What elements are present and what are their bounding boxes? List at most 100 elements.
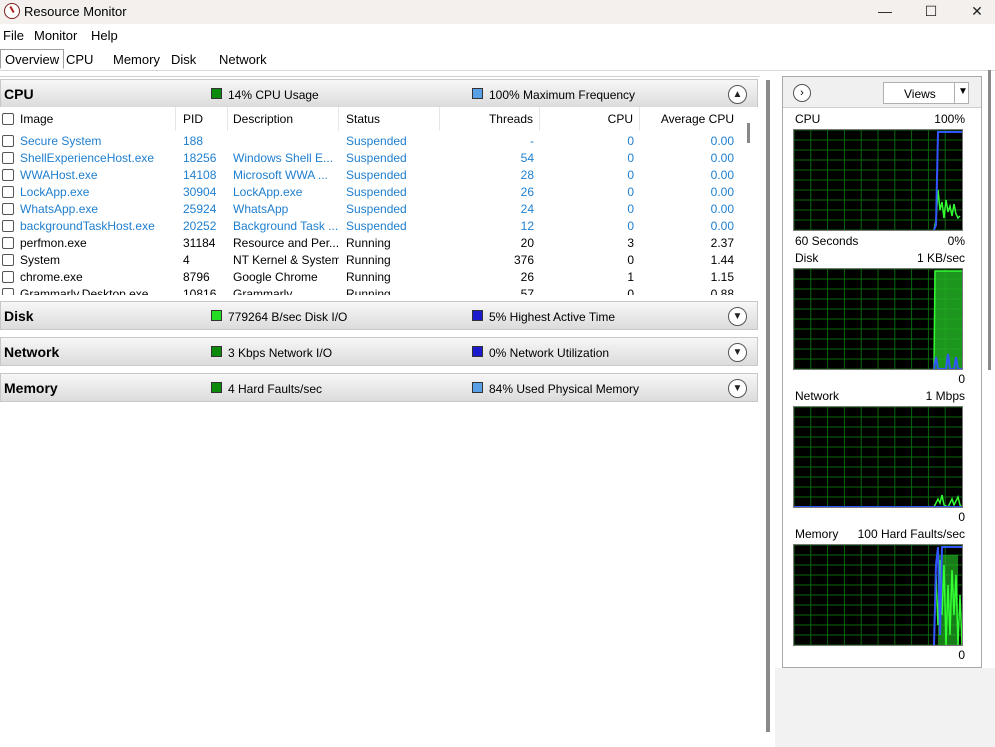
column-threads[interactable]: Threads [440, 107, 540, 131]
right-pane-scrollbar[interactable] [988, 70, 991, 370]
cell-pid: 30904 [183, 185, 217, 199]
views-dropdown[interactable]: Views ▼ [883, 82, 969, 104]
tab-disk[interactable]: Disk [167, 50, 200, 70]
cell-pid: 10816 [183, 287, 217, 295]
blue-trace [933, 131, 962, 231]
cell-avg: 0.00 [710, 202, 734, 216]
network-section-header[interactable]: Network 3 Kbps Network I/O 0% Network Ut… [0, 337, 758, 366]
minimize-button[interactable]: — [862, 0, 908, 24]
cell-pid: 188 [183, 134, 204, 148]
row-checkbox[interactable] [2, 288, 14, 295]
cell-threads: 26 [520, 270, 534, 284]
table-row[interactable]: chrome.exe 8796 Google Chrome Running 26 1 1.1… [0, 269, 745, 286]
cell-pid: 4 [183, 253, 190, 267]
maximize-button[interactable]: ☐ [908, 0, 954, 24]
row-checkbox[interactable] [2, 169, 14, 181]
menu-help[interactable]: Help [91, 28, 118, 43]
menu-monitor[interactable]: Monitor [34, 28, 77, 43]
row-checkbox[interactable] [2, 186, 14, 198]
cell-status: Running [346, 236, 391, 250]
network-graph [793, 406, 963, 509]
table-row[interactable]: backgroundTaskHost.exe 20252 Background Ta… [0, 218, 745, 235]
panel-splitter[interactable] [766, 80, 770, 732]
cell-desc: Resource and Per... [233, 236, 339, 250]
disk-section-header[interactable]: Disk 779264 B/sec Disk I/O 5% Highest Ac… [0, 301, 758, 330]
memory-section-header[interactable]: Memory 4 Hard Faults/sec 84% Used Physic… [0, 373, 758, 402]
select-all-checkbox[interactable] [2, 113, 14, 125]
column-image[interactable]: Image [20, 107, 176, 131]
table-row[interactable]: WWAHost.exe 14108 Microsoft WWA ... Suspend… [0, 167, 745, 184]
tab-memory[interactable]: Memory [109, 50, 164, 70]
network-graph-max: 1 Mbps [925, 389, 965, 403]
table-row[interactable]: ShellExperienceHost.exe 18256 Windows Shel… [0, 150, 745, 167]
table-row[interactable]: perfmon.exe 31184 Resource and Per... Runni… [0, 235, 745, 252]
active-time-text: 5% Highest Active Time [489, 310, 616, 324]
hard-faults-text: 4 Hard Faults/sec [228, 382, 323, 396]
cell-desc: Grammarly [233, 287, 293, 295]
chevron-right-icon[interactable]: › [793, 84, 811, 102]
cell-cpu: 0 [627, 151, 634, 165]
table-scrollbar[interactable] [747, 123, 750, 143]
tab-overview[interactable]: Overview [0, 49, 65, 69]
table-row[interactable]: Secure System 188 Suspended - 0 0.00 [0, 133, 745, 150]
dropdown-arrow-icon[interactable]: ▼ [958, 86, 968, 97]
cpu-graph-timespan: 60 Seconds [795, 234, 859, 248]
table-row[interactable]: LockApp.exe 30904 LockApp.exe Suspended 26 0 0… [0, 184, 745, 201]
cell-avg: 0.00 [710, 134, 734, 148]
tab-network[interactable]: Network [215, 50, 271, 70]
cell-avg: 0.00 [710, 151, 734, 165]
network-graph-plot [793, 406, 963, 509]
row-checkbox[interactable] [2, 203, 14, 215]
views-label: Views [904, 87, 936, 101]
tab-strip: Overview CPU Memory Disk Network [0, 46, 995, 71]
cell-pid: 18256 [183, 151, 217, 165]
table-row[interactable]: Grammarly.Desktop.exe 10816 Grammarly Runni… [0, 286, 745, 295]
row-checkbox[interactable] [2, 135, 14, 147]
column-average-cpu[interactable]: Average CPU [640, 107, 740, 131]
cell-desc: Google Chrome [233, 270, 318, 284]
cell-avg: 2.37 [710, 236, 734, 250]
row-checkbox[interactable] [2, 220, 14, 232]
used-memory-text: 84% Used Physical Memory [489, 382, 640, 396]
chevron-up-icon[interactable]: ▲ [728, 85, 747, 104]
cell-image: System [20, 253, 61, 267]
cell-desc: LockApp.exe [233, 185, 303, 199]
cell-desc: NT Kernel & System [233, 253, 339, 267]
table-row[interactable]: WhatsApp.exe 25924 WhatsApp Suspended 24 0 0.0… [0, 201, 745, 218]
column-cpu[interactable]: CPU [540, 107, 640, 131]
cell-cpu: 3 [627, 236, 634, 250]
disk-graph-plot [793, 268, 962, 370]
cell-threads: - [530, 134, 534, 148]
column-pid[interactable]: PID [183, 107, 228, 131]
disk-section-title: Disk [4, 308, 34, 324]
tab-cpu[interactable]: CPU [62, 50, 97, 70]
chevron-down-icon[interactable]: ▼ [728, 307, 747, 326]
row-checkbox[interactable] [2, 254, 14, 266]
cell-avg: 0.88 [710, 287, 734, 295]
views-divider [954, 83, 955, 103]
row-checkbox[interactable] [2, 152, 14, 164]
close-button[interactable]: ✕ [954, 0, 995, 24]
column-description[interactable]: Description [233, 107, 339, 131]
cell-desc: Microsoft WWA ... [233, 168, 328, 182]
row-checkbox[interactable] [2, 271, 14, 283]
cell-image: WWAHost.exe [20, 168, 98, 182]
disk-graph-min: 0 [958, 372, 965, 386]
cell-status: Suspended [346, 202, 407, 216]
cpu-section-header[interactable]: CPU 14% CPU Usage 100% Maximum Frequency… [0, 79, 758, 108]
column-status[interactable]: Status [346, 107, 440, 131]
chevron-down-icon[interactable]: ▼ [728, 379, 747, 398]
table-row[interactable]: System 4 NT Kernel & System Running 376 0 1.44 [0, 252, 745, 269]
cpu-graph-title: CPU [795, 112, 821, 126]
menu-file[interactable]: File [3, 28, 24, 43]
hard-faults-swatch [211, 382, 222, 393]
cell-cpu: 0 [627, 134, 634, 148]
cell-status: Suspended [346, 134, 407, 148]
cell-pid: 25924 [183, 202, 217, 216]
cell-status: Suspended [346, 168, 407, 182]
chevron-down-icon[interactable]: ▼ [728, 343, 747, 362]
cpu-usage-text: 14% CPU Usage [228, 88, 319, 102]
row-checkbox[interactable] [2, 237, 14, 249]
cell-cpu: 0 [627, 219, 634, 233]
window-title: Resource Monitor [24, 4, 127, 19]
